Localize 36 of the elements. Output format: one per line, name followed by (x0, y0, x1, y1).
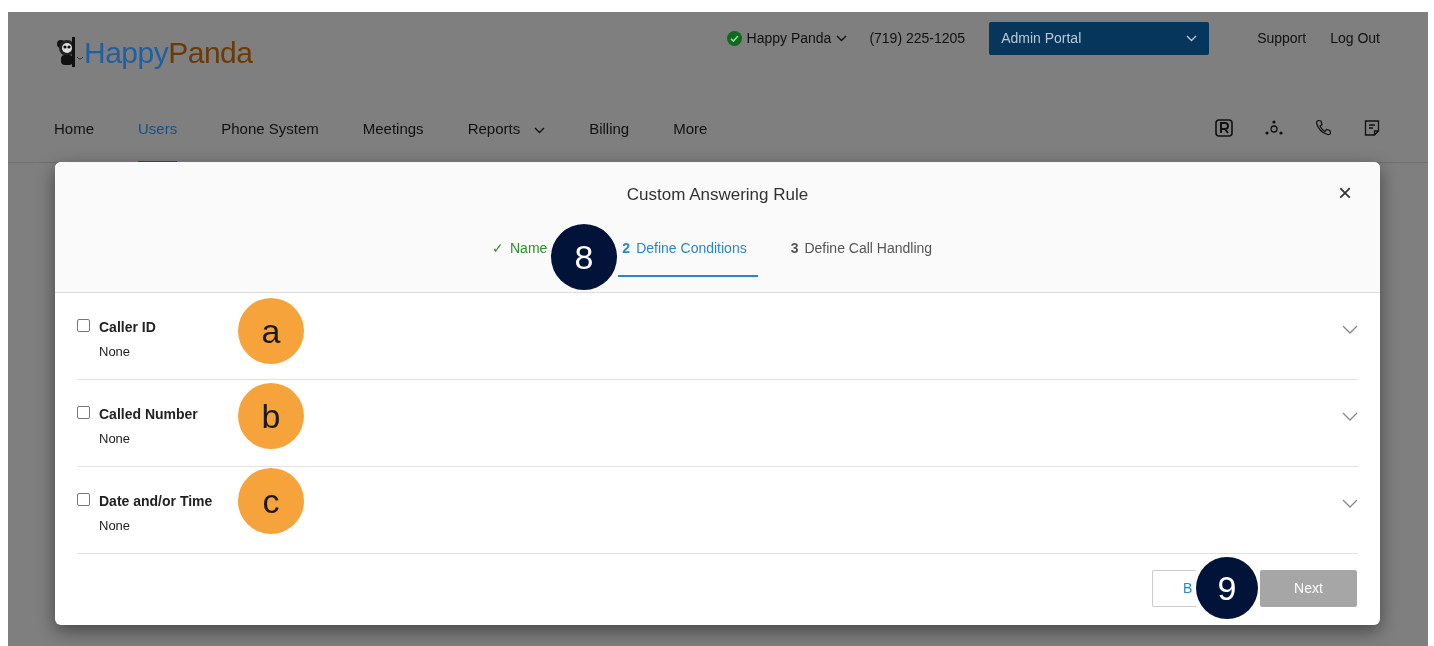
nav-tab[interactable]: Home (54, 92, 94, 163)
chevron-down-icon[interactable] (1342, 499, 1358, 509)
checkbox[interactable] (77, 319, 90, 332)
caret-icon (1186, 34, 1198, 42)
nav-tab[interactable]: Phone System (221, 92, 319, 163)
condition-value: None (99, 517, 132, 535)
portal-dropdown[interactable]: Admin Portal (989, 21, 1210, 55)
panda-logo-icon (54, 35, 84, 69)
step-tab[interactable]: ✓ Name (492, 238, 548, 278)
condition-label: Called Number (99, 405, 198, 424)
chevron-down-icon[interactable] (1342, 412, 1358, 422)
back-button[interactable]: B (1152, 570, 1196, 607)
condition-label: Caller ID (99, 318, 156, 337)
phone-icon[interactable] (1315, 119, 1332, 136)
nav-tab[interactable]: Reports (467, 92, 546, 163)
header-link[interactable]: Log Out (1330, 27, 1380, 49)
dialog-title: Custom Answering Rule (626, 185, 809, 206)
header-link[interactable]: Support (1257, 27, 1307, 49)
phone-number: (719) 225-1205 (869, 28, 966, 48)
network-icon[interactable] (1265, 119, 1283, 136)
caret-icon (836, 34, 848, 42)
note-icon[interactable] (1364, 119, 1380, 136)
nav-tab[interactable]: Meetings (362, 92, 424, 163)
chevron-down-icon[interactable] (1342, 325, 1358, 335)
checkbox[interactable] (77, 493, 90, 506)
step-tab[interactable]: 2 Define Conditions (618, 238, 758, 278)
nav-tab[interactable]: More (673, 92, 708, 163)
condition-label: Date and/or Time (99, 492, 213, 511)
step-tab[interactable]: 3 Define Call Handling (779, 238, 944, 278)
checkbox[interactable] (77, 406, 90, 419)
close-button[interactable]: × (1332, 180, 1358, 206)
app-icon[interactable] (1215, 118, 1233, 137)
account-name[interactable]: Happy Panda (746, 27, 832, 49)
condition-value: None (99, 430, 132, 448)
condition-value: None (99, 343, 132, 361)
nav-tab[interactable]: Billing (589, 92, 630, 163)
